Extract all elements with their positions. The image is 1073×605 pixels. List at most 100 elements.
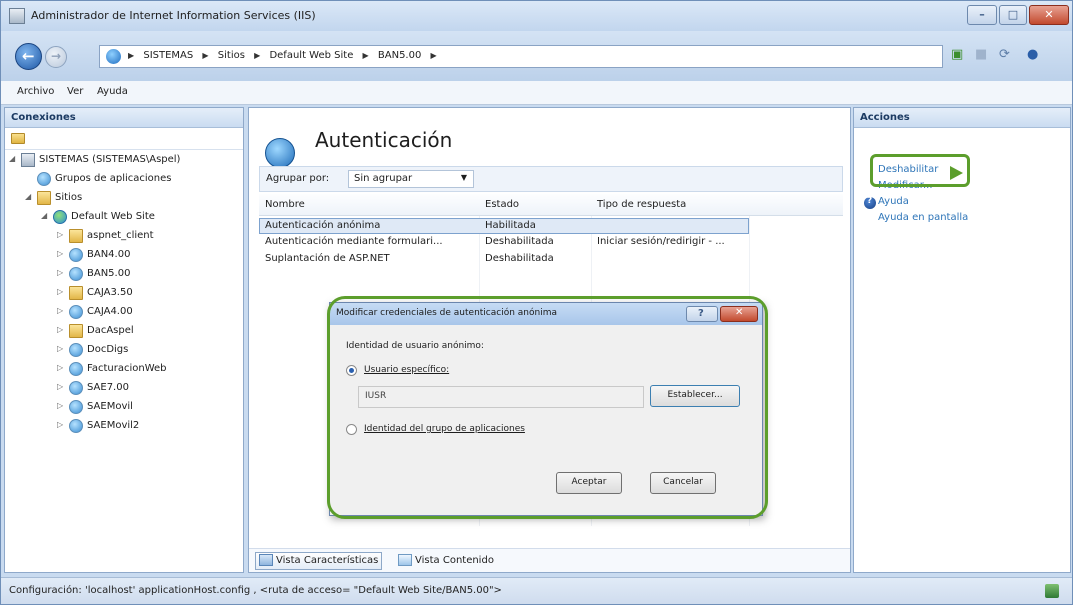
toolbar-right: ▣ ■ ⟳ ●: [951, 47, 1071, 67]
menu-item-archivo[interactable]: Archivo: [17, 86, 54, 97]
forward-button[interactable]: →: [45, 46, 67, 68]
column-header-response[interactable]: Tipo de respuesta: [597, 199, 686, 210]
breadcrumb-item-default-web-site[interactable]: Default Web Site: [269, 50, 353, 61]
tree-item-label: CAJA3.50: [87, 287, 133, 298]
connect-icon[interactable]: ▣: [951, 47, 963, 62]
expand-icon[interactable]: ▷: [57, 249, 63, 258]
features-view-button[interactable]: Vista Características: [255, 552, 383, 570]
app-icon: [69, 267, 83, 281]
table-row[interactable]: Autenticación mediante formulari... Desh…: [259, 235, 843, 251]
expand-icon[interactable]: ▷: [57, 306, 63, 315]
tree-item-label: DacAspel: [87, 325, 134, 336]
content-view-icon: [398, 554, 412, 566]
breadcrumb-item-sites[interactable]: Sitios: [218, 50, 245, 61]
connections-toolbar: [5, 128, 243, 150]
menu-item-ver[interactable]: Ver: [67, 86, 83, 97]
table-row[interactable]: Suplantación de ASP.NET Deshabilitada: [259, 252, 843, 268]
online-help-action[interactable]: Ayuda en pantalla: [878, 212, 968, 223]
app-icon: [69, 305, 83, 319]
tree-item-label: Grupos de aplicaciones: [55, 173, 172, 184]
expand-icon[interactable]: ▷: [57, 401, 63, 410]
breadcrumb-item-app[interactable]: BAN5.00: [378, 50, 421, 61]
breadcrumb-separator-icon: ▶: [254, 51, 261, 60]
tree-item-label: SAE7.00: [87, 382, 129, 393]
table-header: Nombre Estado Tipo de respuesta: [259, 194, 843, 216]
features-view-label: Vista Características: [276, 555, 379, 566]
chevron-down-icon: ▼: [460, 173, 467, 182]
folder-icon: [69, 229, 83, 243]
title-bar: Administrador de Internet Information Se…: [1, 1, 1072, 31]
minimize-button[interactable]: –: [967, 5, 997, 25]
connections-header: Conexiones: [5, 108, 243, 128]
column-header-state[interactable]: Estado: [485, 199, 519, 210]
table-row[interactable]: Autenticación anónima Habilitada: [259, 218, 749, 234]
expand-icon[interactable]: ▷: [57, 363, 63, 372]
breadcrumb-item-server[interactable]: SISTEMAS: [143, 50, 193, 61]
breadcrumb: ▶ SISTEMAS ▶ Sitios ▶ Default Web Site ▶…: [128, 50, 443, 61]
content-view-button[interactable]: Vista Contenido: [395, 552, 497, 570]
tree-item-label: FacturacionWeb: [87, 363, 167, 374]
collapse-icon[interactable]: ◢: [9, 154, 15, 163]
server-icon: [21, 153, 35, 167]
row-name: Autenticación mediante formulari...: [265, 236, 443, 247]
expand-icon[interactable]: ▷: [57, 325, 63, 334]
tree-item-label: BAN4.00: [87, 249, 131, 260]
back-button[interactable]: ←: [15, 43, 42, 70]
help-menu-icon[interactable]: ●: [1027, 47, 1038, 62]
column-header-name[interactable]: Nombre: [265, 199, 305, 210]
refresh-icon[interactable]: ⟳: [999, 47, 1010, 62]
arrow-icon: [950, 166, 963, 180]
minimize-icon: –: [979, 8, 985, 21]
app-icon: [69, 381, 83, 395]
group-by-select[interactable]: Sin agrupar ▼: [348, 170, 474, 188]
close-icon: ✕: [1044, 8, 1054, 21]
breadcrumb-separator-icon: ▶: [430, 51, 437, 60]
actions-title: Acciones: [860, 112, 910, 123]
folder-icon: [69, 286, 83, 300]
app-icon: [69, 400, 83, 414]
tree-item-label: CAJA4.00: [87, 306, 133, 317]
tree-item-label: Default Web Site: [71, 211, 155, 222]
app-icon: [69, 362, 83, 376]
help-action[interactable]: Ayuda: [878, 196, 909, 207]
row-response: Iniciar sesión/redirigir - ...: [597, 236, 725, 247]
breadcrumb-separator-icon: ▶: [128, 51, 135, 60]
app-icon: [69, 248, 83, 262]
address-bar[interactable]: ▶ SISTEMAS ▶ Sitios ▶ Default Web Site ▶…: [99, 45, 943, 68]
page-title: Autenticación: [315, 128, 453, 152]
status-bar: Configuración: 'localhost' applicationHo…: [1, 577, 1072, 604]
tree-item-label: BAN5.00: [87, 268, 131, 279]
expand-icon[interactable]: ▷: [57, 230, 63, 239]
group-by-value: Sin agrupar: [354, 173, 413, 184]
expand-icon[interactable]: ▷: [57, 287, 63, 296]
row-state: Deshabilitada: [485, 236, 554, 247]
maximize-button[interactable]: □: [999, 5, 1027, 25]
authentication-icon: [265, 138, 295, 168]
tree-item-label: SAEMovil: [87, 401, 133, 412]
help-icon: ?: [864, 196, 876, 209]
row-name: Suplantación de ASP.NET: [265, 253, 390, 264]
close-button[interactable]: ✕: [1029, 5, 1069, 25]
folder-icon[interactable]: [11, 133, 25, 144]
maximize-icon: □: [1007, 8, 1019, 21]
expand-icon[interactable]: ▷: [57, 344, 63, 353]
row-state: Deshabilitada: [485, 253, 554, 264]
expand-icon[interactable]: ▷: [57, 382, 63, 391]
navigation-bar: ← → ▶ SISTEMAS ▶ Sitios ▶ Default Web Si…: [1, 31, 1072, 81]
group-by-label: Agrupar por:: [266, 173, 330, 184]
connections-pane: Conexiones ◢ SISTEMAS (SISTEMAS\Aspel) G…: [4, 107, 244, 573]
iis-app-icon: [9, 8, 25, 24]
expand-icon[interactable]: ▷: [57, 268, 63, 277]
expand-icon[interactable]: ▷: [57, 420, 63, 429]
view-switcher: Vista Características Vista Contenido: [249, 548, 850, 572]
collapse-icon[interactable]: ◢: [41, 211, 47, 220]
menu-item-ayuda[interactable]: Ayuda: [97, 86, 128, 97]
group-by-bar: Agrupar por: Sin agrupar ▼: [259, 166, 843, 192]
stop-icon[interactable]: ■: [975, 47, 987, 62]
window-title: Administrador de Internet Information Se…: [31, 9, 316, 22]
row-name: Autenticación anónima: [265, 220, 381, 231]
status-text: Configuración: 'localhost' applicationHo…: [9, 585, 502, 596]
collapse-icon[interactable]: ◢: [25, 192, 31, 201]
globe-icon: [53, 210, 67, 224]
folder-icon: [37, 191, 51, 205]
